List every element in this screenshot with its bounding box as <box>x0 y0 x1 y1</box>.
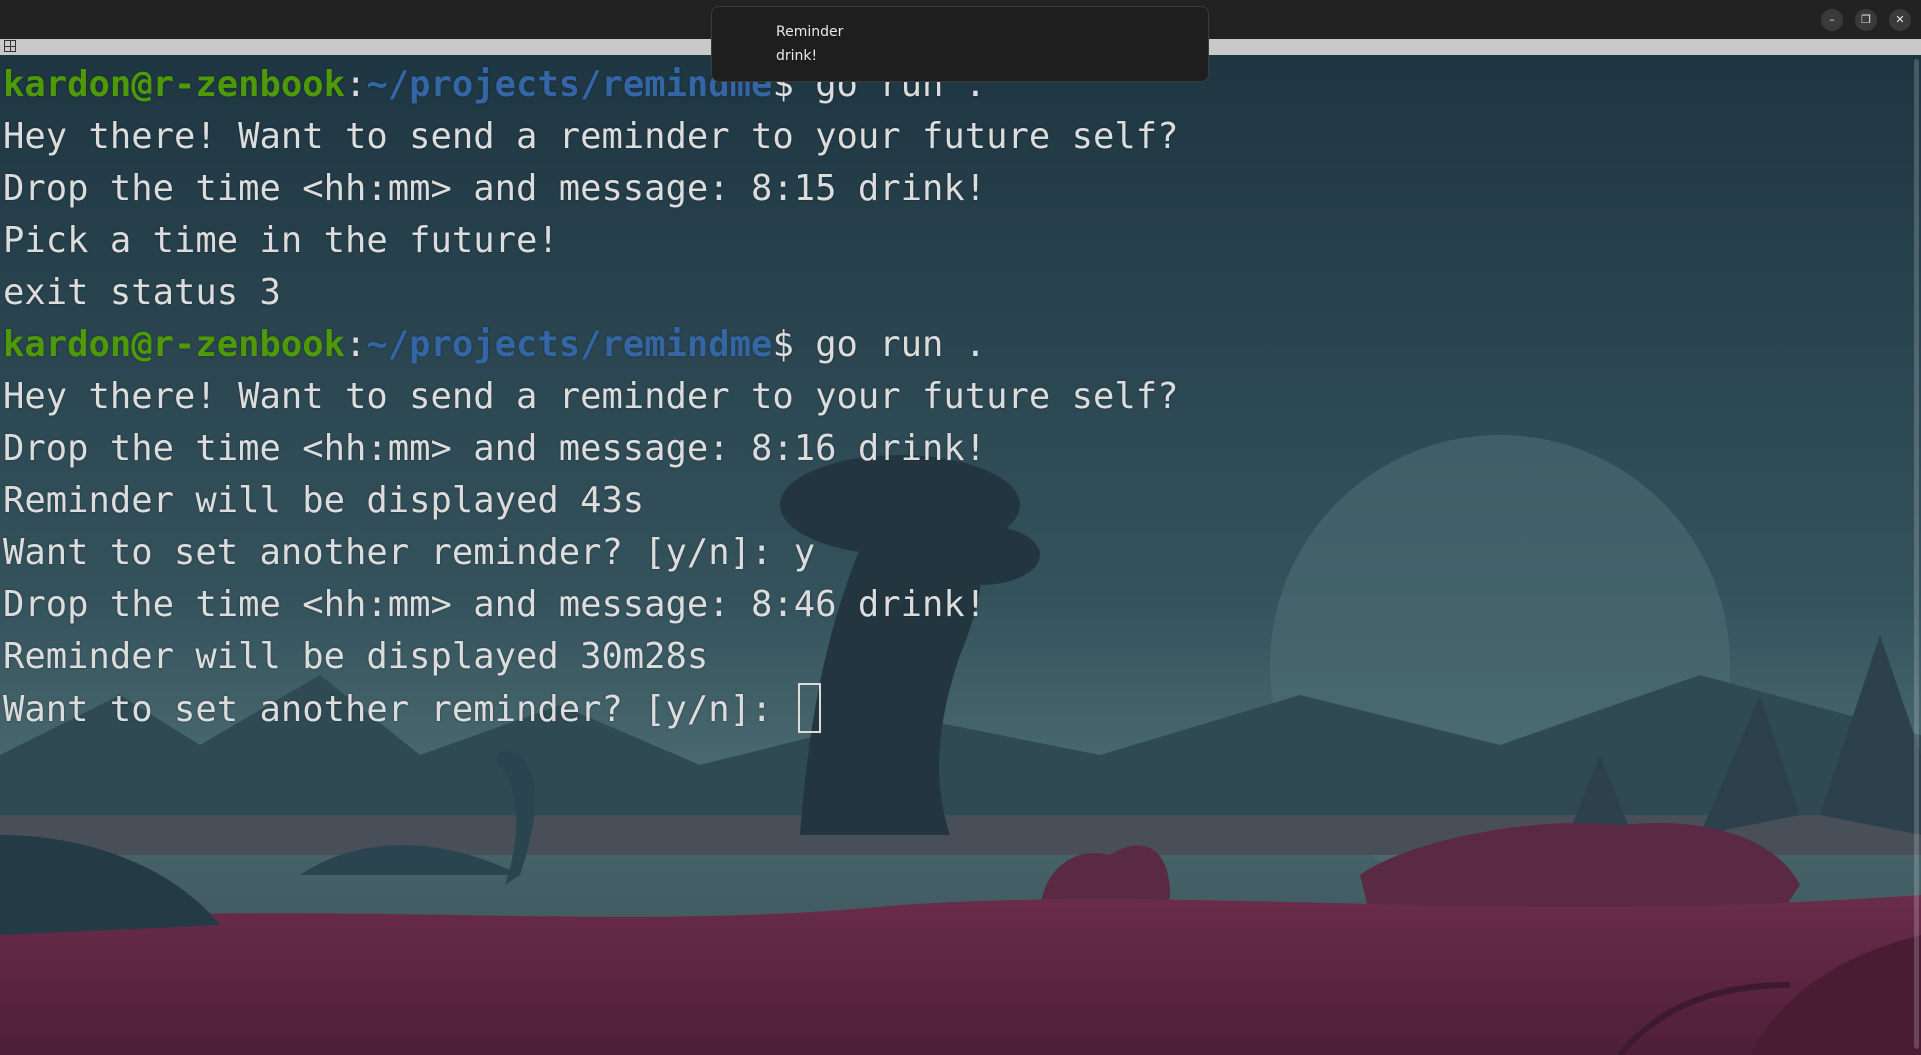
line-text: Want to set another reminder? [y/n]: <box>3 689 794 730</box>
close-button[interactable]: ✕ <box>1889 9 1911 31</box>
window-controls: – ❐ ✕ <box>1821 9 1911 31</box>
terminal-output: kardon@r-zenbook:~/projects/remindme$ go… <box>3 59 1179 735</box>
output-line: Reminder will be displayed 43s <box>3 475 1179 527</box>
terminal-area[interactable]: kardon@r-zenbook:~/projects/remindme$ go… <box>0 55 1921 1055</box>
prompt-line: kardon@r-zenbook:~/projects/remindme$ go… <box>3 319 1179 371</box>
output-line: Hey there! Want to send a reminder to yo… <box>3 111 1179 163</box>
notification-body: drink! <box>776 48 818 64</box>
reminder-notification[interactable]: Reminder drink! <box>711 6 1209 82</box>
line-text: Hey there! Want to send a reminder to yo… <box>3 376 1179 417</box>
prompt-path: ~/projects/remindme <box>366 324 773 365</box>
minimize-button[interactable]: – <box>1821 9 1843 31</box>
line-text: Drop the time <hh:mm> and message: 8:15 … <box>3 168 987 209</box>
output-line: exit status 3 <box>3 267 1179 319</box>
input-line: Want to set another reminder? [y/n]: <box>3 683 1179 735</box>
output-line: Pick a time in the future! <box>3 215 1179 267</box>
line-text: Drop the time <hh:mm> and message: 8:16 … <box>3 428 987 469</box>
line-text: Pick a time in the future! <box>3 220 559 261</box>
line-text: Drop the time <hh:mm> and message: 8:46 … <box>3 584 987 625</box>
output-line: Reminder will be displayed 30m28s <box>3 631 1179 683</box>
output-line: Drop the time <hh:mm> and message: 8:16 … <box>3 423 1179 475</box>
terminal-window: – ❐ ✕ kardon@r-zenbook:~/projects/remind… <box>0 0 1921 1055</box>
maximize-button[interactable]: ❐ <box>1855 9 1877 31</box>
line-text: Hey there! Want to send a reminder to yo… <box>3 116 1179 157</box>
prompt-colon: : <box>344 324 367 365</box>
output-line: Want to set another reminder? [y/n]: y <box>3 527 1179 579</box>
line-text: Reminder will be displayed 43s <box>3 480 645 521</box>
prompt-dollar: $ <box>772 324 816 365</box>
split-view-icon[interactable] <box>4 40 16 52</box>
prompt-user-host: kardon@r-zenbook <box>3 64 345 105</box>
output-line: Drop the time <hh:mm> and message: 8:46 … <box>3 579 1179 631</box>
line-text: exit status 3 <box>3 272 281 313</box>
line-text: Want to set another reminder? [y/n]: y <box>3 532 816 573</box>
scrollbar[interactable] <box>1914 59 1919 1049</box>
line-text: Reminder will be displayed 30m28s <box>3 636 709 677</box>
output-line: Drop the time <hh:mm> and message: 8:15 … <box>3 163 1179 215</box>
text-cursor[interactable] <box>797 683 821 733</box>
command-text: go run . <box>815 324 987 365</box>
prompt-user-host: kardon@r-zenbook <box>3 324 345 365</box>
output-line: Hey there! Want to send a reminder to yo… <box>3 371 1179 423</box>
prompt-colon: : <box>344 64 367 105</box>
notification-title: Reminder <box>776 24 844 40</box>
